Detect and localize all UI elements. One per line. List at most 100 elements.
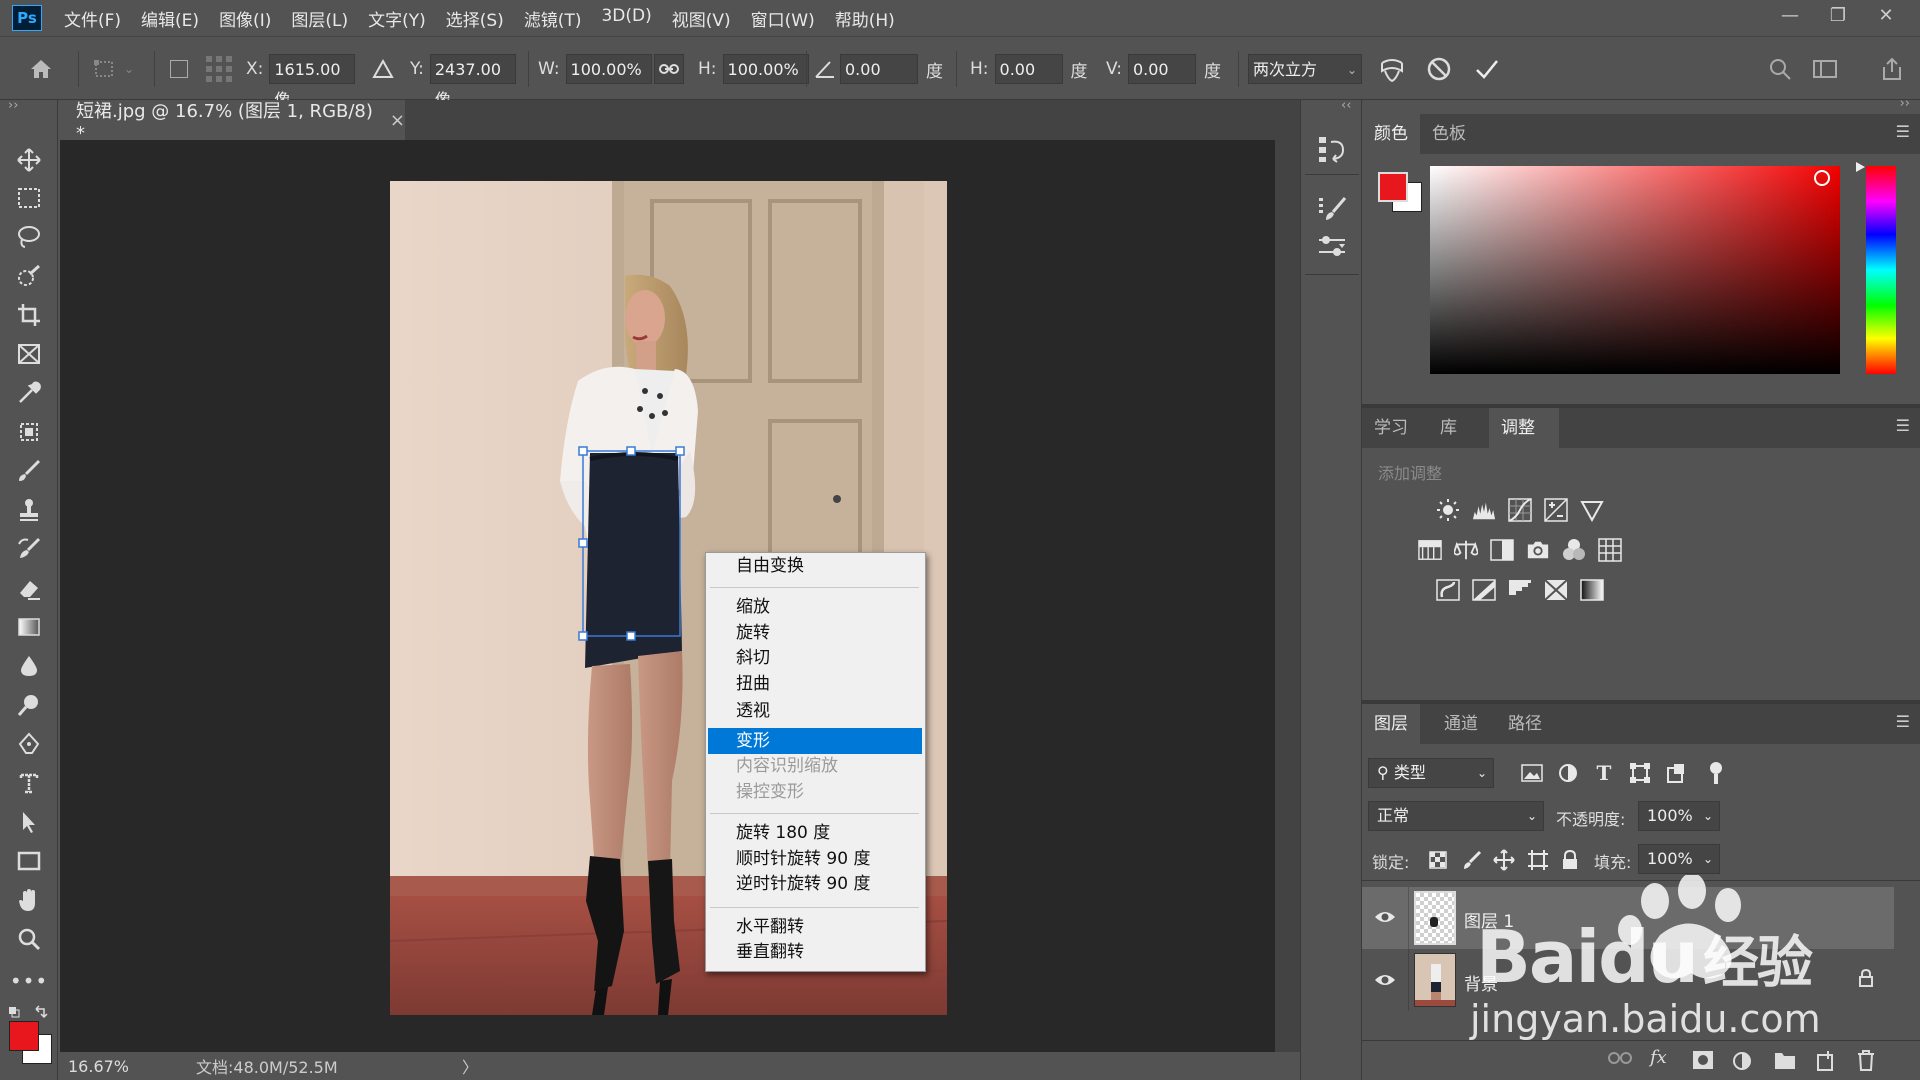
more-tools-icon[interactable]: ••• [10, 966, 47, 996]
canvas-scrollbar[interactable] [1275, 140, 1300, 1052]
color-lookup-icon[interactable] [1598, 538, 1622, 562]
panel-menu-icon[interactable]: ☰ [1896, 712, 1910, 731]
blur-tool-icon[interactable] [14, 651, 44, 681]
menu-item-free-transform[interactable]: 自由变换 [736, 554, 804, 578]
color-balance-icon[interactable] [1454, 538, 1478, 562]
menu-type[interactable]: 文字(Y) [368, 6, 426, 31]
x-position-input[interactable]: 1615.00 像 [269, 54, 356, 109]
tab-channels[interactable]: 通道 [1432, 704, 1490, 744]
stamp-tool-icon[interactable] [14, 495, 44, 525]
menu-edit[interactable]: 编辑(E) [141, 6, 199, 31]
zoom-tool-icon[interactable] [14, 924, 44, 954]
eraser-tool-icon[interactable] [14, 573, 44, 603]
restore-button[interactable]: ❐ [1814, 5, 1862, 26]
collapse-dock-icon[interactable]: ‹‹ [1341, 98, 1351, 113]
history-brush-tool-icon[interactable] [14, 534, 44, 564]
fill-input[interactable]: 100% ⌄ [1638, 844, 1720, 874]
close-window-button[interactable]: ✕ [1862, 5, 1910, 26]
close-tab-icon[interactable]: × [390, 110, 405, 131]
dodge-tool-icon[interactable] [14, 690, 44, 720]
vibrance-icon[interactable] [1580, 498, 1604, 522]
spot-healing-tool-icon[interactable] [14, 417, 44, 447]
lock-transparent-icon[interactable] [1426, 848, 1450, 872]
filter-adjustment-icon[interactable] [1556, 761, 1580, 785]
menu-item-rotate-ccw-90[interactable]: 逆时针旋转 90 度 [736, 872, 870, 896]
menu-item-rotate[interactable]: 旋转 [736, 621, 770, 645]
black-white-icon[interactable] [1490, 538, 1514, 562]
quick-selection-tool-icon[interactable] [14, 261, 44, 291]
layer-visibility-eye-icon[interactable] [1374, 972, 1396, 993]
brush-settings-panel-icon[interactable] [1317, 196, 1347, 227]
expand-panels-icon[interactable]: ›› [1900, 96, 1910, 111]
menu-item-warp[interactable]: 变形 [736, 729, 770, 753]
brightness-contrast-icon[interactable] [1436, 498, 1460, 522]
menu-image[interactable]: 图像(I) [219, 6, 271, 31]
vertical-skew-input[interactable]: 0.00 [1127, 54, 1196, 84]
blend-mode-select[interactable]: 正常 ⌄ [1368, 801, 1544, 831]
menu-item-perspective[interactable]: 透视 [736, 699, 770, 723]
adjustments-panel-icon[interactable] [1317, 234, 1347, 265]
lock-pixels-icon[interactable] [1460, 848, 1484, 872]
foreground-color-swatch[interactable] [9, 1021, 39, 1051]
type-tool-icon[interactable] [14, 768, 44, 798]
hue-saturation-icon[interactable] [1418, 538, 1442, 562]
tab-paths[interactable]: 路径 [1496, 704, 1554, 744]
brush-tool-icon[interactable] [14, 456, 44, 486]
frame-tool-icon[interactable] [14, 339, 44, 369]
menu-item-rotate-cw-90[interactable]: 顺时针旋转 90 度 [736, 847, 870, 871]
hue-slider[interactable] [1866, 166, 1896, 374]
y-position-input[interactable]: 2437.00 像 [429, 54, 516, 109]
layer-visibility-eye-icon[interactable] [1374, 909, 1396, 930]
photo-filter-icon[interactable] [1526, 538, 1550, 562]
menu-select[interactable]: 选择(S) [446, 6, 504, 31]
link-icon[interactable] [654, 37, 684, 101]
menu-layer[interactable]: 图层(L) [291, 6, 348, 31]
lock-position-icon[interactable] [1492, 848, 1516, 872]
menu-item-distort[interactable]: 扭曲 [736, 672, 770, 696]
filter-type-icon[interactable]: T [1592, 761, 1616, 785]
menu-item-skew[interactable]: 斜切 [736, 646, 770, 670]
cancel-transform-icon[interactable] [1426, 37, 1452, 101]
gradient-tool-icon[interactable] [14, 612, 44, 642]
menu-help[interactable]: 帮助(H) [835, 6, 895, 31]
color-panel-foreground-swatch[interactable] [1378, 172, 1408, 202]
tab-adjustments[interactable]: 调整 [1489, 408, 1559, 448]
color-picker-marker[interactable] [1814, 170, 1830, 186]
crop-tool-icon[interactable] [14, 300, 44, 330]
posterize-icon[interactable] [1472, 578, 1496, 602]
menu-view[interactable]: 视图(V) [672, 6, 731, 31]
horizontal-skew-input[interactable]: 0.00 [994, 54, 1063, 84]
curves-icon[interactable] [1508, 498, 1532, 522]
selective-color-icon[interactable] [1544, 578, 1568, 602]
menu-file[interactable]: 文件(F) [64, 6, 121, 31]
collapse-arrows-icon[interactable]: ›› [8, 98, 18, 113]
tab-color[interactable]: 颜色 [1362, 114, 1420, 154]
invert-icon[interactable] [1436, 578, 1460, 602]
exposure-icon[interactable] [1544, 498, 1568, 522]
move-tool-icon[interactable] [14, 145, 44, 175]
panel-menu-icon[interactable]: ☰ [1896, 416, 1910, 435]
transform-reference-icon[interactable]: ⌄ [92, 37, 134, 101]
threshold-icon[interactable] [1508, 578, 1532, 602]
history-panel-icon[interactable] [1317, 134, 1347, 169]
tab-swatches[interactable]: 色板 [1420, 114, 1478, 154]
filter-pixel-icon[interactable] [1520, 761, 1544, 785]
search-icon[interactable] [1768, 37, 1792, 101]
path-selection-tool-icon[interactable] [14, 807, 44, 837]
warp-mode-icon[interactable] [1378, 37, 1406, 101]
saturation-value-field[interactable] [1430, 166, 1840, 374]
opacity-input[interactable]: 100% ⌄ [1638, 801, 1720, 831]
menu-3d[interactable]: 3D(D) [601, 6, 651, 31]
tab-learn[interactable]: 学习 [1362, 408, 1420, 448]
hue-slider-marker[interactable] [1856, 162, 1865, 172]
gradient-map-icon[interactable] [1580, 578, 1604, 602]
channel-mixer-icon[interactable] [1562, 538, 1586, 562]
eyedropper-tool-icon[interactable] [14, 378, 44, 408]
relative-position-icon[interactable] [372, 37, 394, 101]
rotation-angle-input[interactable]: 0.00 [840, 54, 918, 84]
menu-item-flip-vertical[interactable]: 垂直翻转 [736, 940, 804, 964]
marquee-tool-icon[interactable] [14, 183, 44, 213]
filter-shape-icon[interactable] [1628, 761, 1652, 785]
panel-menu-icon[interactable]: ☰ [1896, 122, 1910, 141]
reference-point-grid-icon[interactable] [204, 37, 234, 101]
